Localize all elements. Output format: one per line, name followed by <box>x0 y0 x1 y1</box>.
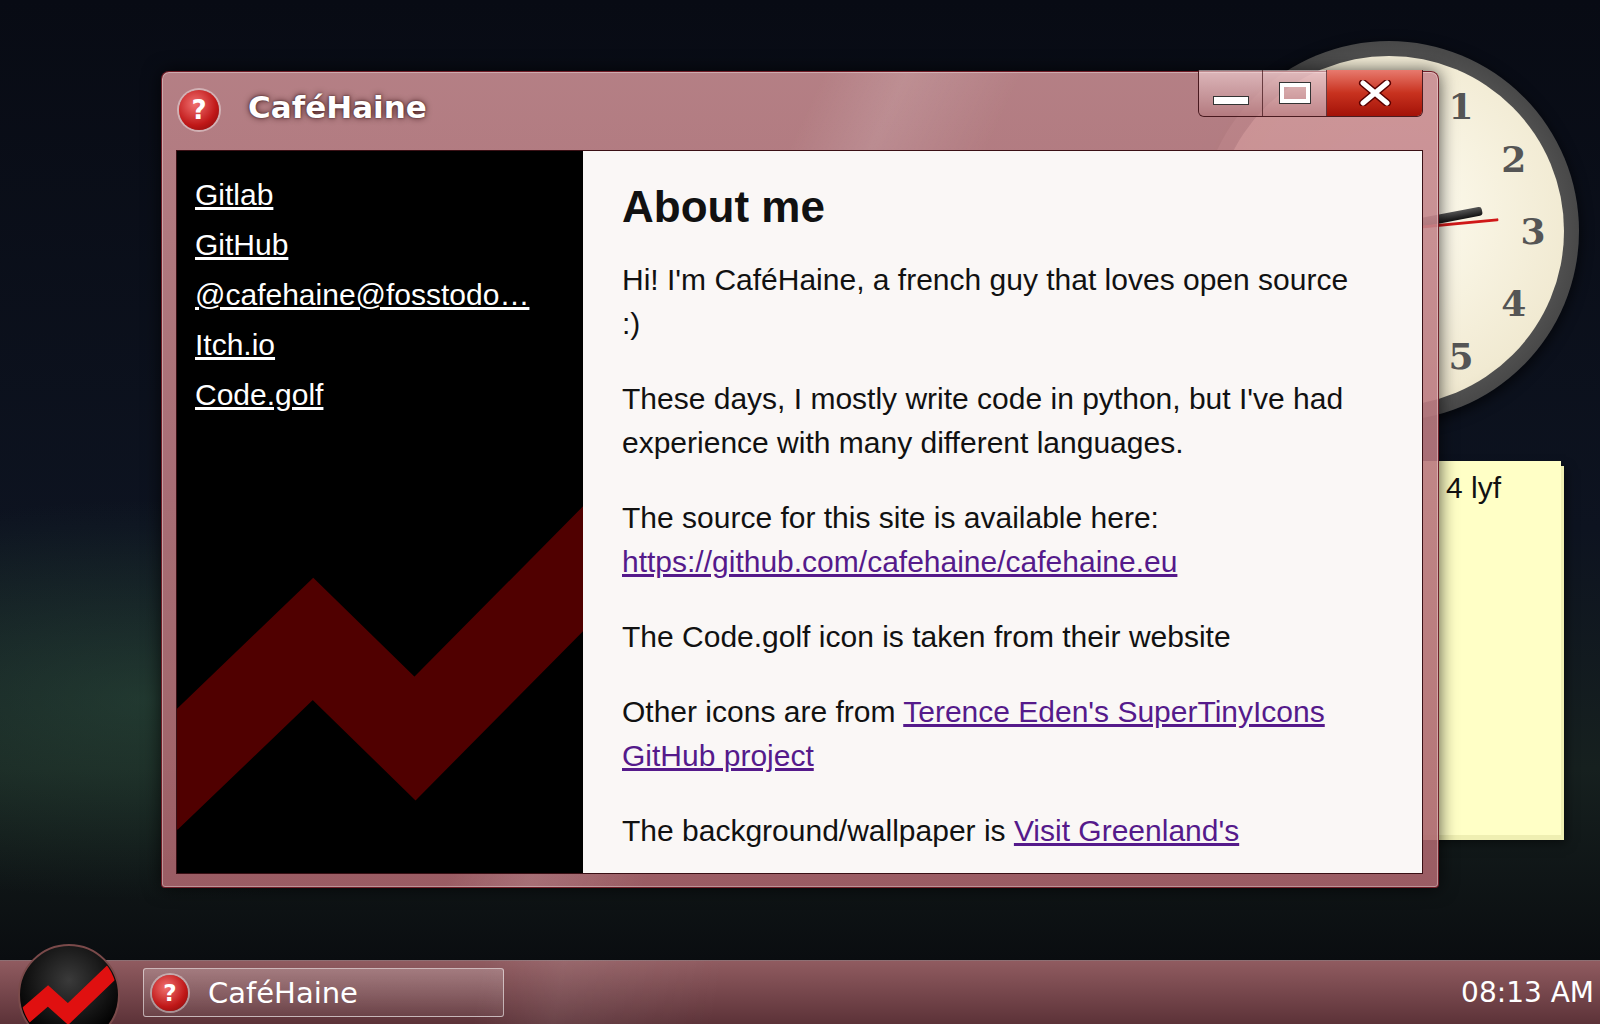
paragraph: The Code.golf icon is taken from their w… <box>622 615 1374 659</box>
sidebar-link[interactable]: Code.golf <box>195 370 323 420</box>
paragraph: Other icons are from Terence Eden's Supe… <box>622 690 1374 778</box>
inline-link[interactable]: Visit Greenland's <box>1014 814 1239 847</box>
note-text: 4 lyf <box>1446 471 1501 504</box>
wallpaper: 12 3 45 4 lyf? CaféHaine GitlabGitHub@cafehai… <box>0 0 1600 960</box>
logo-icon <box>18 944 120 1024</box>
start-button[interactable] <box>18 944 120 1024</box>
page-heading: About me <box>622 179 1374 234</box>
clock-number: 4 <box>1501 282 1526 324</box>
minimize-icon <box>1213 96 1249 105</box>
desktop: 12 3 45 4 lyf? CaféHaine GitlabGitHub@cafehai… <box>0 0 1600 1024</box>
maximize-icon <box>1280 83 1310 103</box>
caption-buttons <box>1198 70 1423 117</box>
paragraph-text: These days, I mostly write code in pytho… <box>622 382 1343 459</box>
sidebar-link[interactable]: @cafehaine@fosstodo… <box>195 270 529 320</box>
page: GitlabGitHub@cafehaine@fosstodo…Itch.ioC… <box>176 150 1423 874</box>
minimize-button[interactable] <box>1199 70 1263 116</box>
content-pane: About me Hi! I'm CaféHaine, a french guy … <box>583 151 1422 873</box>
clock-number: 2 <box>1501 138 1526 180</box>
taskbar: ? CaféHaine 08:13 AM <box>0 960 1600 1024</box>
paragraph-text: The background/wallpaper is <box>622 814 1014 847</box>
paragraph: Hi! I'm CaféHaine, a french guy that lov… <box>622 258 1374 346</box>
clock-number: 3 <box>1520 210 1545 252</box>
clock-number: 5 <box>1448 335 1473 377</box>
paragraph-text: The source for this site is available he… <box>622 501 1159 534</box>
paragraph: The source for this site is available he… <box>622 496 1374 584</box>
close-icon <box>1358 80 1392 106</box>
sticky-note[interactable]: 4 lyf <box>1420 461 1561 835</box>
paragraph: The background/wallpaper is Visit Greenl… <box>622 809 1374 853</box>
close-button[interactable] <box>1327 70 1422 116</box>
inline-link[interactable]: https://github.com/cafehaine/cafehaine.e… <box>622 545 1177 578</box>
window-title: CaféHaine <box>248 89 427 125</box>
paragraph-text: Other icons are from <box>622 695 903 728</box>
sidebar: GitlabGitHub@cafehaine@fosstodo…Itch.ioC… <box>177 151 583 873</box>
paragraph-text: The Code.golf icon is taken from their w… <box>622 620 1231 653</box>
sidebar-link[interactable]: Itch.io <box>195 320 275 370</box>
browser-window[interactable]: ? CaféHaine GitlabGitHub@cafehaine@fosstod… <box>161 71 1439 888</box>
clock-number: 1 <box>1448 85 1473 127</box>
paragraph: These days, I mostly write code in pytho… <box>622 377 1374 465</box>
taskbar-button[interactable]: ? CaféHaine <box>143 968 504 1017</box>
sidebar-link[interactable]: Gitlab <box>195 170 273 220</box>
maximize-button[interactable] <box>1263 70 1327 116</box>
question-icon: ? <box>179 90 219 130</box>
question-icon: ? <box>152 975 188 1011</box>
taskbar-label: CaféHaine <box>208 976 358 1010</box>
title-bar[interactable]: ? CaféHaine <box>176 72 1423 150</box>
paragraph-text: Hi! I'm CaféHaine, a french guy that lov… <box>622 263 1348 340</box>
tray-clock: 08:13 AM <box>1461 976 1600 1009</box>
sidebar-link[interactable]: GitHub <box>195 220 288 270</box>
